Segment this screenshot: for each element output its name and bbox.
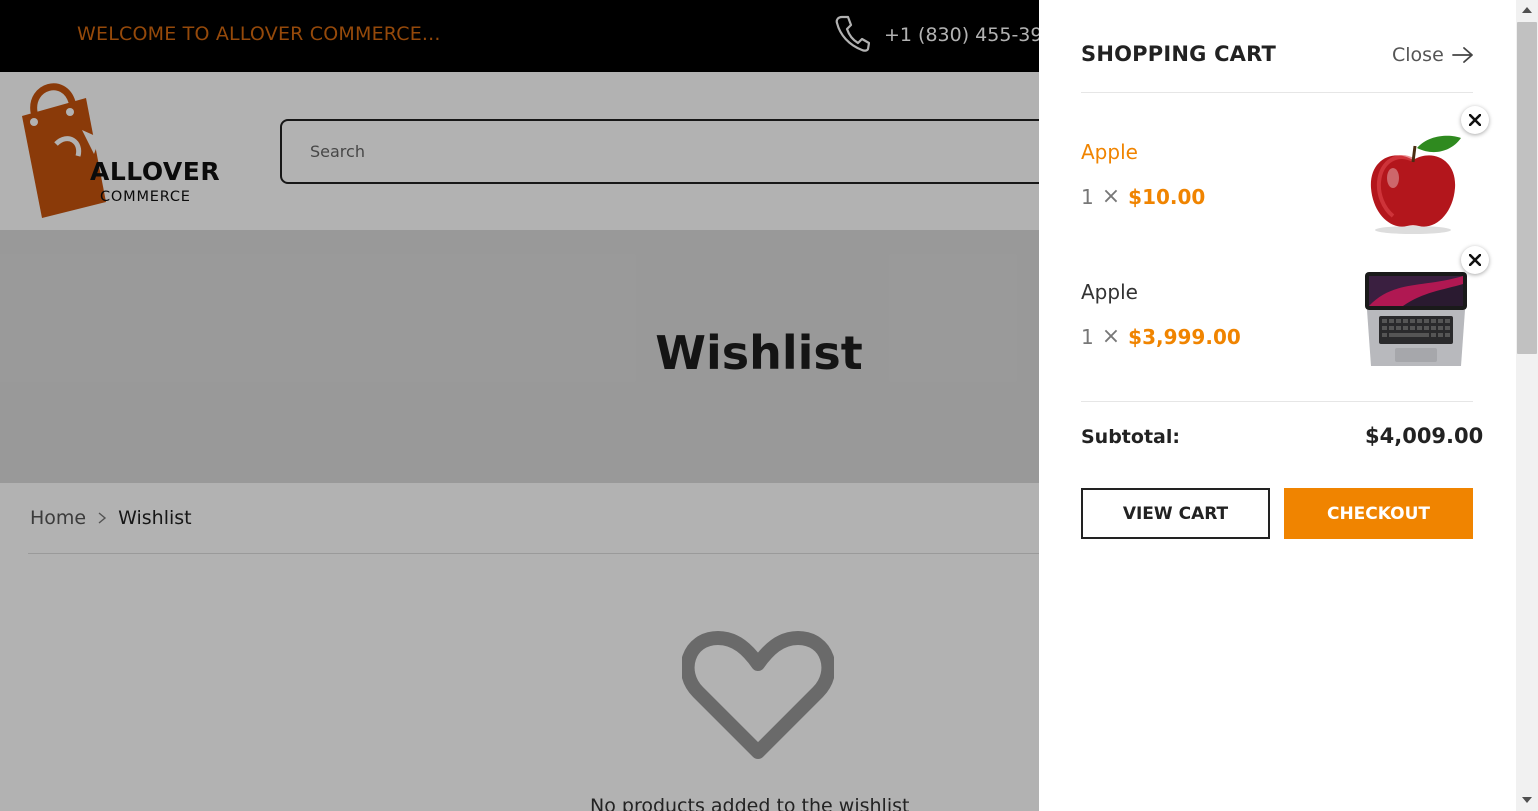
quantity-value: 1 (1081, 184, 1094, 209)
cart-item-price: $3,999.00 (1128, 324, 1241, 349)
view-cart-button[interactable]: VIEW CART (1081, 488, 1270, 539)
subtotal-label: Subtotal: (1081, 426, 1180, 448)
scrollbar-thumb[interactable] (1517, 22, 1537, 354)
subtotal-value: $4,009.00 (1365, 424, 1484, 448)
multiply-sign: × (1101, 324, 1121, 349)
remove-item-button[interactable] (1461, 106, 1489, 134)
cart-header-divider (1081, 92, 1473, 93)
checkout-button[interactable]: CHECKOUT (1284, 488, 1473, 539)
arrow-right-icon (1451, 47, 1473, 63)
scroll-up-arrow-icon[interactable] (1516, 2, 1538, 18)
quantity-value: 1 (1081, 324, 1094, 349)
close-icon (1469, 114, 1481, 126)
cart-item-name[interactable]: Apple (1081, 280, 1138, 304)
cart-item-quantity: 1 × $3,999.00 (1081, 324, 1241, 349)
cart-item: Apple 1 × $10.00 (1081, 106, 1489, 260)
multiply-sign: × (1101, 184, 1121, 209)
remove-item-button[interactable] (1461, 246, 1489, 274)
close-label: Close (1392, 44, 1444, 66)
laptop-product-image[interactable] (1363, 270, 1469, 376)
cart-item: Apple 1 × $3,999.00 (1081, 246, 1489, 400)
cart-title: SHOPPING CART (1081, 42, 1277, 66)
apple-product-image[interactable] (1363, 130, 1469, 236)
cart-item-name[interactable]: Apple (1081, 140, 1138, 164)
cart-item-quantity: 1 × $10.00 (1081, 184, 1205, 209)
scroll-down-arrow-icon[interactable] (1516, 792, 1538, 808)
close-icon (1469, 254, 1481, 266)
cart-item-price: $10.00 (1128, 184, 1206, 209)
cart-drawer: SHOPPING CART Close Apple 1 × $10.00 App… (1039, 0, 1516, 811)
cart-items-divider (1081, 401, 1473, 402)
close-cart-button[interactable]: Close (1392, 44, 1474, 66)
